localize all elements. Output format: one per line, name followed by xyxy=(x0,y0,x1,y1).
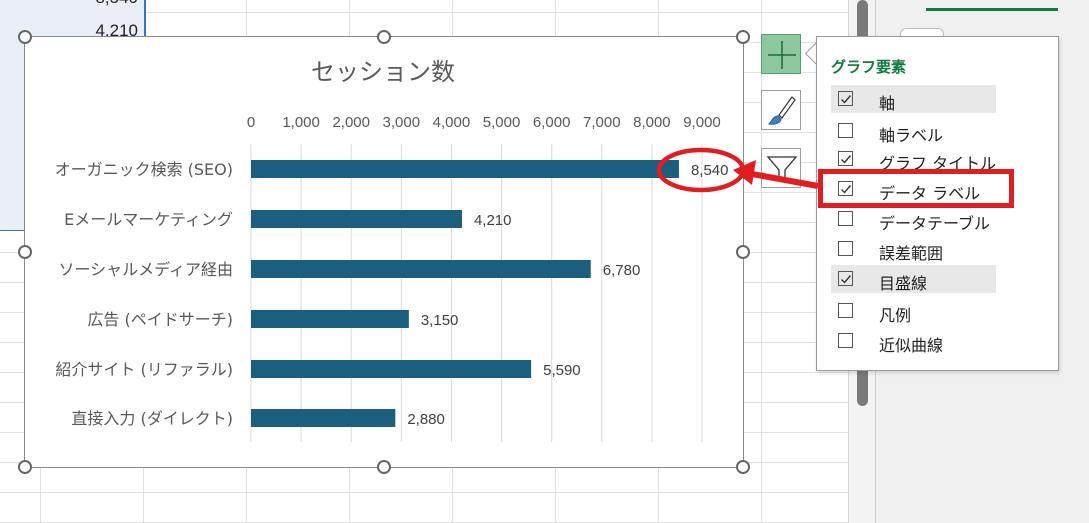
chart-element-option[interactable]: 軸ラベル xyxy=(831,117,996,145)
flyout-title: グラフ要素 xyxy=(831,58,907,76)
category-label: Eメールマーケティング xyxy=(64,210,233,229)
category-label: ソーシャルメディア経由 xyxy=(58,260,233,279)
data-label: 4,210 xyxy=(474,212,512,229)
data-label: 3,150 xyxy=(421,312,459,329)
checkbox-unchecked[interactable] xyxy=(838,333,853,348)
checkmark-icon xyxy=(841,155,852,164)
resize-handle-top-right[interactable] xyxy=(736,30,750,44)
chart-element-label: 目盛線 xyxy=(879,274,928,293)
category-label: 直接入力 (ダイレクト) xyxy=(71,409,233,428)
resize-handle-right[interactable] xyxy=(736,245,750,259)
x-axis-tick-label: 6,000 xyxy=(533,114,571,131)
x-axis-tick-label: 7,000 xyxy=(583,114,621,131)
bar xyxy=(251,310,409,328)
chart-element-option[interactable]: 凡例 xyxy=(831,297,996,325)
chart-element-option[interactable]: 目盛線 xyxy=(831,265,996,293)
chart-element-label: 近似曲線 xyxy=(879,336,944,355)
checkbox-unchecked[interactable] xyxy=(838,211,853,226)
data-label: 6,780 xyxy=(603,262,641,279)
chart-element-label: 軸 xyxy=(879,94,896,113)
checkbox-checked[interactable] xyxy=(838,271,853,286)
x-axis-tick-label: 0 xyxy=(247,114,255,131)
checkmark-icon xyxy=(841,95,852,104)
x-axis-tick-label: 3,000 xyxy=(383,114,421,131)
chart-element-option[interactable]: 軸 xyxy=(831,85,996,113)
resize-handle-top[interactable] xyxy=(377,30,391,44)
cell-value[interactable]: 8,540 xyxy=(95,0,138,8)
chart-element-option[interactable]: 近似曲線 xyxy=(831,327,996,355)
x-axis-tick-label: 8,000 xyxy=(633,114,671,131)
category-label: オーガニック検索 (SEO) xyxy=(55,160,233,179)
plus-icon xyxy=(768,41,796,69)
resize-handle-bottom-right[interactable] xyxy=(736,460,750,474)
resize-handle-bottom-left[interactable] xyxy=(18,460,32,474)
chart-element-label: 誤差範囲 xyxy=(879,244,944,263)
bar xyxy=(251,210,462,228)
bar xyxy=(251,409,396,427)
x-axis-tick-label: 2,000 xyxy=(332,114,370,131)
chart-elements-button[interactable] xyxy=(761,34,801,74)
x-axis-tick-label: 1,000 xyxy=(282,114,320,131)
chart-element-label: 軸ラベル xyxy=(879,126,944,145)
bar-chart[interactable]: セッション数 0 1,000 2,000 3,000 4,000 5,000 6,000 7,0… xyxy=(24,36,744,468)
chart-styles-button[interactable] xyxy=(761,90,801,130)
bar xyxy=(251,160,679,178)
checkbox-checked[interactable] xyxy=(838,151,853,166)
x-axis-tick-label: 5,000 xyxy=(483,114,521,131)
category-label: 広告 (ペイドサーチ) xyxy=(87,310,233,329)
chart-filters-button[interactable] xyxy=(761,148,801,188)
resize-handle-top-left[interactable] xyxy=(18,30,32,44)
chart-element-option[interactable]: 誤差範囲 xyxy=(831,235,996,263)
checkbox-unchecked[interactable] xyxy=(838,303,853,318)
paintbrush-icon xyxy=(767,96,796,125)
checkbox-checked[interactable] xyxy=(838,91,853,106)
resize-handle-left[interactable] xyxy=(18,245,32,259)
x-axis-tick-label: 4,000 xyxy=(433,114,471,131)
side-pane-tab-indicator xyxy=(926,8,1058,11)
x-axis-tick-label: 9,000 xyxy=(683,114,721,131)
data-label: 8,540 xyxy=(691,162,729,179)
bar xyxy=(251,360,532,378)
bar xyxy=(251,260,591,278)
data-label: 2,880 xyxy=(407,411,445,428)
chart-title: セッション数 xyxy=(311,58,455,86)
funnel-icon xyxy=(766,156,798,184)
data-label: 5,590 xyxy=(543,362,581,379)
chart-element-label: 凡例 xyxy=(879,306,912,325)
category-label: 紹介サイト (リファラル) xyxy=(55,360,233,379)
resize-handle-bottom[interactable] xyxy=(377,460,391,474)
annotation-highlight-box xyxy=(818,169,1014,208)
checkmark-icon xyxy=(841,275,852,284)
chart-element-label: データテーブル xyxy=(879,214,991,233)
checkbox-unchecked[interactable] xyxy=(838,123,853,138)
checkbox-unchecked[interactable] xyxy=(838,241,853,256)
chart-element-option[interactable]: データテーブル xyxy=(831,205,996,233)
